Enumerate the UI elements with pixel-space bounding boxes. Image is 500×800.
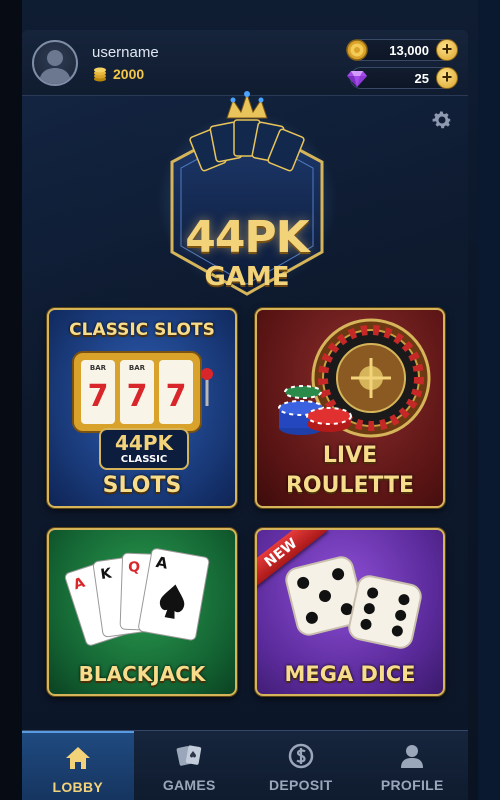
tile-live-roulette[interactable]: LIVE ROULETTE [255,308,445,508]
gold-coin-icon [346,39,368,61]
tile-mega-dice[interactable]: NEW MEGA DICE [255,528,445,696]
gem-balance: 25 + [347,67,458,89]
gold-balance-value: 13,000 [389,43,429,58]
tile-slots-title: CLASSIC SLOTS [69,320,215,340]
gem-balance-value: 25 [414,71,429,86]
crown-icon [226,91,268,119]
reel-bar-2: BAR [129,364,146,372]
dice-icon [285,556,422,649]
dollar-icon [288,743,313,769]
right-edge [478,0,500,800]
nav-label-profile: PROFILE [380,777,444,793]
gem-icon [347,71,367,87]
logo-title-44pk: 44PK [185,212,310,263]
reel-seven-2: 7 [127,379,148,414]
reel-bar-1: BAR [90,364,107,372]
nav-label-lobby: LOBBY [52,779,103,795]
nav-item-deposit[interactable]: DEPOSIT [245,731,357,800]
person-icon [401,745,424,768]
roulette-wheel-icon [278,318,431,438]
tile-blackjack[interactable]: A K Q A BLACKJACK [47,528,237,696]
coin-stack-icon [94,67,106,82]
settings-gear-icon[interactable] [430,108,454,132]
person-silhouette-icon [39,50,71,84]
tile-slots-label: SLOTS [102,473,182,498]
tile-roulette-label-2: ROULETTE [285,473,415,498]
tile-blackjack-label: BLACKJACK [78,662,206,686]
card-3-rank: Q [128,559,141,575]
coins-row: 2000 [92,66,144,82]
nav-item-profile[interactable]: PROFILE [357,731,469,800]
game-logo: 44PK GAME [157,82,337,300]
bottom-nav: LOBBY GAMES DEPOSIT PROFILE [22,730,468,800]
avatar[interactable] [32,40,78,86]
coins-value: 2000 [113,66,145,82]
reel-seven-3: 7 [166,379,187,414]
tile-classic-slots[interactable]: CLASSIC SLOTS BAR BAR 7 7 7 44PK CLASSIC… [47,308,237,508]
username-label: username [92,44,159,61]
classic-badge: 44PK CLASSIC [99,428,189,470]
add-gem-button[interactable]: + [436,67,458,89]
cards-icon [176,745,202,766]
reel-seven-1: 7 [88,379,109,414]
app-frame: username 2000 13,000 + 25 + 44PK GAME CL… [22,30,468,800]
classic-badge-44pk: 44PK [115,431,173,455]
add-gold-button[interactable]: + [436,39,458,61]
tile-dice-label: MEGA DICE [284,662,416,686]
gold-balance: 13,000 + [346,39,458,61]
nav-label-games: GAMES [162,777,216,793]
classic-badge-text: CLASSIC [120,454,168,465]
left-edge [0,0,22,800]
tile-roulette-label-1: LIVE [322,443,378,468]
nav-label-deposit: DEPOSIT [268,777,333,793]
nav-item-games[interactable]: GAMES [134,731,246,800]
nav-item-lobby[interactable]: LOBBY [22,731,134,800]
playing-cards-icon: A K Q A [64,548,210,646]
home-icon [65,747,90,769]
logo-title-game: GAME [204,262,290,292]
